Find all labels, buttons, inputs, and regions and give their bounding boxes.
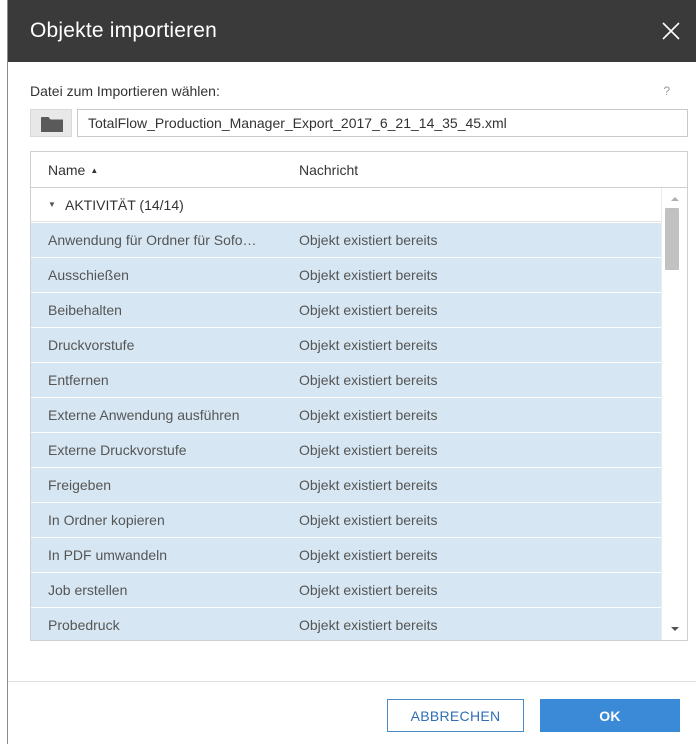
vertical-scrollbar[interactable] [661, 188, 687, 640]
row-name-cell: Freigeben [48, 477, 112, 493]
group-row-activity[interactable]: ▼ AKTIVITÄT (14/14) [31, 188, 661, 222]
row-name-cell: Job erstellen [48, 582, 128, 598]
column-header-name[interactable]: Name ▲ [48, 162, 98, 178]
table-row[interactable]: Ausschießen Objekt existiert bereits [31, 258, 661, 293]
row-message-cell: Objekt existiert bereits [299, 617, 438, 633]
import-objects-dialog: Objekte importieren Datei zum Importiere… [8, 0, 696, 744]
table-row[interactable]: In PDF umwandeln Objekt existiert bereits [31, 538, 661, 573]
row-name-cell: Anwendung für Ordner für Sofo… [48, 232, 257, 248]
table-row[interactable]: Druckvorstufe Objekt existiert bereits [31, 328, 661, 363]
table-row[interactable]: Entfernen Objekt existiert bereits [31, 363, 661, 398]
close-button[interactable] [654, 14, 688, 48]
dialog-title: Objekte importieren [30, 19, 218, 42]
footer-divider [8, 681, 696, 682]
table-row[interactable]: Externe Druckvorstufe Objekt existiert be… [31, 433, 661, 468]
close-icon [662, 22, 680, 40]
column-header-message[interactable]: Nachricht [299, 162, 358, 178]
table-row[interactable]: Probedruck Objekt existiert bereits [31, 608, 661, 640]
row-message-cell: Objekt existiert bereits [299, 512, 438, 528]
table-row[interactable]: In Ordner kopieren Objekt existiert berei… [31, 503, 661, 538]
group-label: AKTIVITÄT (14/14) [65, 197, 184, 213]
row-name-cell: In Ordner kopieren [48, 512, 165, 528]
table-row[interactable]: Anwendung für Ordner für Sofo… Objekt exi… [31, 223, 661, 258]
table-header: Name ▲ Nachricht [31, 152, 687, 188]
scroll-down-arrow-icon[interactable] [670, 624, 680, 634]
table-row[interactable]: Freigeben Objekt existiert bereits [31, 468, 661, 503]
ok-button[interactable]: OK [540, 699, 680, 732]
row-message-cell: Objekt existiert bereits [299, 477, 438, 493]
row-message-cell: Objekt existiert bereits [299, 582, 438, 598]
row-message-cell: Objekt existiert bereits [299, 372, 438, 388]
row-name-cell: Externe Anwendung ausführen [48, 407, 240, 423]
row-name-cell: In PDF umwandeln [48, 547, 168, 563]
row-message-cell: Objekt existiert bereits [299, 547, 438, 563]
folder-icon [41, 117, 63, 132]
row-name-cell: Beibehalten [48, 302, 122, 318]
row-name-cell: Druckvorstufe [48, 337, 135, 353]
row-name-cell: Probedruck [48, 617, 120, 633]
table-row[interactable]: Beibehalten Objekt existiert bereits [31, 293, 661, 328]
file-path-field[interactable]: TotalFlow_Production_Manager_Export_2017… [77, 109, 688, 137]
file-select-label: Datei zum Importieren wählen: [30, 83, 220, 99]
dialog-titlebar: Objekte importieren [8, 0, 696, 62]
column-name-label: Name [48, 162, 86, 178]
background-window-edge [0, 0, 8, 744]
browse-folder-button[interactable] [30, 109, 72, 137]
table-row[interactable]: Job erstellen Objekt existiert bereits [31, 573, 661, 608]
table-rows: Anwendung für Ordner für Sofo… Objekt exi… [31, 223, 661, 640]
import-objects-table: Name ▲ Nachricht ▼ AKTIVITÄT (14/14) Anwe… [30, 151, 688, 641]
row-message-cell: Objekt existiert bereits [299, 232, 438, 248]
table-row[interactable]: Externe Anwendung ausführen Objekt existi… [31, 398, 661, 433]
row-message-cell: Objekt existiert bereits [299, 442, 438, 458]
row-message-cell: Objekt existiert bereits [299, 407, 438, 423]
scrollbar-thumb[interactable] [665, 208, 679, 270]
row-name-cell: Entfernen [48, 372, 109, 388]
sort-ascending-icon: ▲ [90, 166, 99, 175]
row-message-cell: Objekt existiert bereits [299, 337, 438, 353]
row-name-cell: Ausschießen [48, 267, 129, 283]
help-icon[interactable]: ? [663, 84, 670, 98]
row-message-cell: Objekt existiert bereits [299, 302, 438, 318]
row-message-cell: Objekt existiert bereits [299, 267, 438, 283]
collapse-caret-icon: ▼ [48, 200, 56, 209]
scroll-up-arrow-icon[interactable] [670, 194, 680, 204]
table-body: ▼ AKTIVITÄT (14/14) Anwendung für Ordner… [31, 188, 687, 640]
row-name-cell: Externe Druckvorstufe [48, 442, 187, 458]
cancel-button[interactable]: ABBRECHEN [387, 699, 524, 732]
